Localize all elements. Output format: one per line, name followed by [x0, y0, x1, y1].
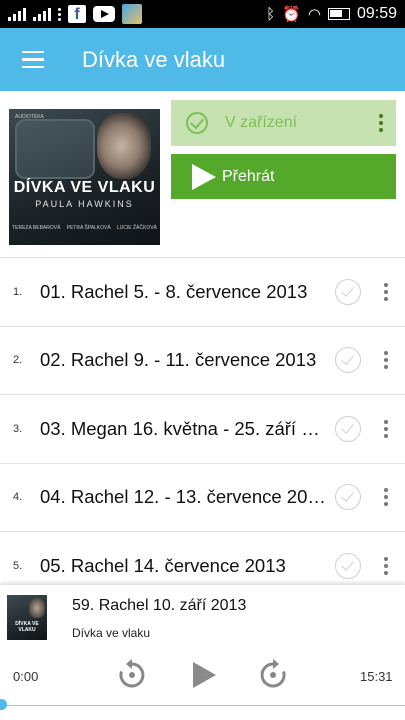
- play-button[interactable]: Přehrát: [171, 154, 396, 199]
- app-title: Dívka ve vlaku: [82, 46, 226, 72]
- cover-cast-name: TEREZA BEBAROVÁ: [12, 225, 61, 231]
- more-options-icon[interactable]: [371, 351, 401, 370]
- hamburger-menu-icon[interactable]: [0, 28, 66, 91]
- downloaded-check-icon: [335, 552, 361, 579]
- mini-cover-title: DÍVKA VE VLAKU: [15, 621, 39, 633]
- status-bar: f ᛒ ⏰ ◠ 09:59: [0, 0, 405, 28]
- chapter-number: 1.: [13, 285, 23, 298]
- mini-player-cover[interactable]: DÍVKA VE VLAKU: [7, 595, 47, 640]
- chapter-title: 05. Rachel 14. července 2013: [40, 554, 286, 576]
- check-circle-icon: [186, 112, 208, 134]
- downloaded-check-icon: [335, 347, 361, 374]
- downloaded-check-icon: [335, 484, 361, 511]
- status-bar-left: f: [8, 4, 142, 24]
- chapter-list: 1. 01. Rachel 5. - 8. července 2013 2. 0…: [0, 257, 405, 600]
- downloaded-check-icon: [335, 415, 361, 442]
- fast-forward-icon[interactable]: [255, 657, 291, 693]
- youtube-icon: [93, 6, 115, 22]
- facebook-icon: f: [68, 5, 86, 23]
- chapter-row[interactable]: 2. 02. Rachel 9. - 11. července 2013: [0, 325, 405, 395]
- signal-icon: [8, 7, 26, 21]
- chapter-row[interactable]: 4. 04. Rachel 12. - 13. července 2013: [0, 462, 405, 532]
- cover-title: DÍVKA VE VLAKU: [13, 179, 156, 196]
- play-icon: [192, 163, 216, 190]
- chapter-title: 01. Rachel 5. - 8. července 2013: [40, 280, 308, 302]
- downloaded-check-icon: [335, 278, 361, 305]
- app-bar: Dívka ve vlaku: [0, 28, 405, 91]
- chapter-row[interactable]: 3. 03. Megan 16. května - 25. září 2012: [0, 394, 405, 463]
- on-device-label: V zařízení: [225, 114, 298, 131]
- more-options-icon[interactable]: [371, 282, 401, 301]
- play-pause-icon[interactable]: [186, 657, 222, 693]
- more-options-icon[interactable]: [366, 108, 396, 138]
- status-bar-right: ᛒ ⏰ ◠ 09:59: [266, 5, 397, 23]
- rewind-icon[interactable]: [114, 657, 150, 693]
- bluetooth-icon: ᛒ: [266, 5, 276, 23]
- chapter-title: 02. Rachel 9. - 11. července 2013: [40, 349, 317, 371]
- more-options-icon[interactable]: [371, 419, 401, 438]
- book-cover: AUDIOTÉKA DÍVKA VE VLAKU PAULA HAWKINS T…: [9, 109, 160, 245]
- time-total: 15:31: [360, 669, 393, 684]
- on-device-button[interactable]: V zařízení: [171, 100, 396, 146]
- now-playing-book: Dívka ve vlaku: [72, 626, 151, 640]
- play-label: Přehrát: [222, 167, 275, 185]
- cover-publisher: AUDIOTÉKA: [15, 114, 44, 120]
- chapter-number: 2.: [13, 354, 23, 367]
- signal-icon: [33, 7, 51, 21]
- now-playing-title: 59. Rachel 10. září 2013: [72, 597, 247, 614]
- progress-handle[interactable]: [0, 699, 7, 710]
- cover-train-window: [15, 119, 95, 179]
- more-dots-icon: [58, 7, 61, 21]
- chapter-row[interactable]: 1. 01. Rachel 5. - 8. července 2013: [0, 257, 405, 326]
- status-time: 09:59: [356, 5, 397, 22]
- battery-icon: [327, 8, 350, 20]
- chapter-title: 03. Megan 16. května - 25. září 2012: [40, 417, 327, 439]
- photo-notification-icon: [122, 4, 142, 24]
- wifi-icon: ◠: [307, 6, 321, 23]
- cover-cast-name: LUCIE ŽÁČKOVÁ: [116, 225, 157, 231]
- time-current: 0:00: [13, 669, 39, 684]
- chapter-number: 4.: [13, 491, 23, 504]
- progress-track[interactable]: [0, 705, 405, 706]
- cover-cast: TEREZA BEBAROVÁ PETRA ŠPALKOVÁ LUCIE ŽÁČ…: [9, 225, 160, 231]
- mini-player: DÍVKA VE VLAKU 59. Rachel 10. září 2013 …: [0, 585, 405, 720]
- cover-portrait: [97, 113, 151, 179]
- chapter-title: 04. Rachel 12. - 13. července 2013: [40, 486, 327, 508]
- chapter-number: 3.: [13, 422, 23, 435]
- chapter-number: 5.: [13, 559, 23, 572]
- cover-cast-name: PETRA ŠPALKOVÁ: [66, 225, 111, 231]
- cover-author: PAULA HAWKINS: [35, 199, 134, 209]
- more-options-icon[interactable]: [371, 488, 401, 507]
- more-options-icon[interactable]: [371, 556, 401, 575]
- alarm-icon: ⏰: [282, 6, 301, 23]
